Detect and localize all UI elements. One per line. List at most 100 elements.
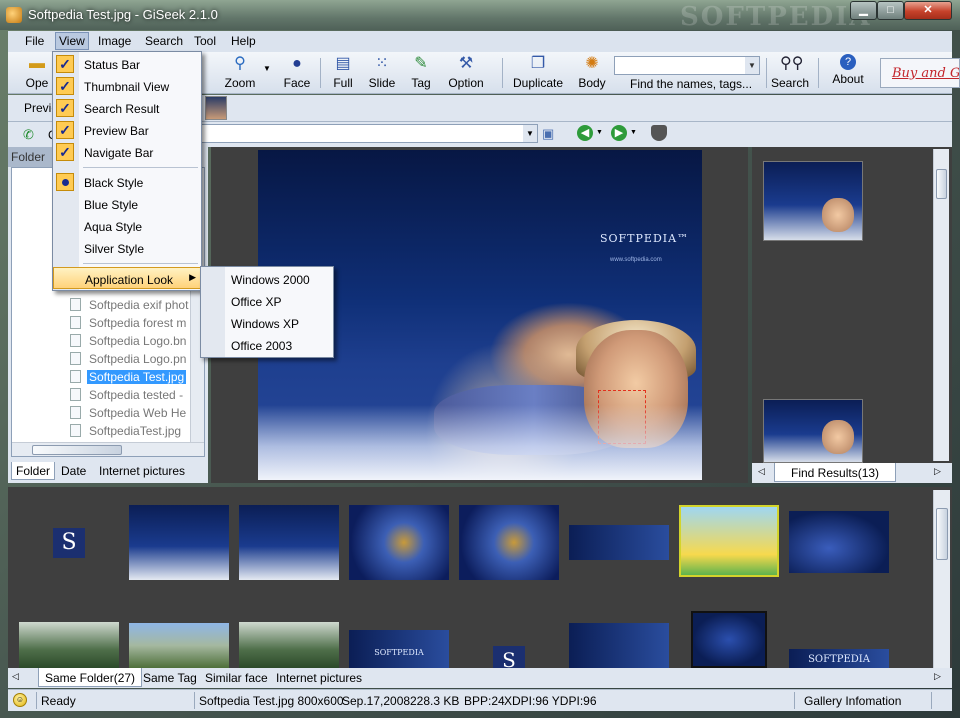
forward-icon[interactable]: ▶ (611, 125, 627, 141)
list-item[interactable]: SoftpediaTest.jpg (70, 424, 183, 441)
gallery-thumbnail[interactable]: SOFTPEDIA (789, 649, 889, 668)
tab-scroll-right[interactable]: ▷ (934, 466, 941, 477)
result-thumbnail[interactable] (763, 399, 863, 463)
menu-item-application-look[interactable]: Application Look ▶ (53, 267, 201, 289)
menu-item-office-2003[interactable]: Office 2003 (231, 339, 292, 361)
chevron-down-icon[interactable]: ▼ (523, 125, 537, 142)
option-button[interactable]: ⚒ Option (444, 54, 488, 90)
menu-item-office-xp[interactable]: Office XP (231, 295, 281, 317)
zoom-dropdown[interactable]: ▼ (262, 64, 272, 73)
tab-scroll-left[interactable]: ◁ (12, 671, 19, 682)
menu-item-windows-2000[interactable]: Windows 2000 (231, 273, 310, 295)
gallery-thumbnail-selected[interactable] (691, 611, 767, 668)
maximize-button[interactable]: □ (877, 1, 904, 20)
about-button[interactable]: ? About (830, 54, 866, 86)
shield-icon[interactable] (651, 125, 667, 141)
back-icon[interactable]: ◀ (577, 125, 593, 141)
menu-file[interactable]: File (25, 34, 44, 48)
tab-folder[interactable]: Folder (11, 462, 56, 480)
tab-date[interactable]: Date (57, 462, 90, 480)
menu-item-aqua-style[interactable]: Aqua Style (53, 215, 201, 237)
vertical-scrollbar[interactable] (933, 149, 949, 461)
menu-item-blue-style[interactable]: Blue Style (53, 193, 201, 215)
list-item[interactable]: Softpedia tested - (70, 388, 185, 405)
menu-tool[interactable]: Tool (194, 34, 216, 48)
menu-item-silver-style[interactable]: Silver Style (53, 237, 201, 259)
menu-item-preview-bar[interactable]: ✓ Preview Bar (53, 119, 201, 141)
preview-thumbnail[interactable] (205, 96, 227, 120)
list-item[interactable]: Softpedia Web He (70, 406, 188, 423)
file-icon (70, 298, 81, 311)
radio-dot-icon (56, 173, 74, 191)
buy-link[interactable]: Buy and G (880, 58, 960, 88)
tab-similar-face[interactable]: Similar face (199, 668, 274, 687)
gallery-thumbnail[interactable] (239, 622, 339, 668)
body-button[interactable]: ✺ Body (576, 54, 608, 90)
minimize-button[interactable]: ▁ (850, 1, 877, 20)
menu-item-navigate-bar[interactable]: ✓ Navigate Bar (53, 141, 201, 163)
menu-image[interactable]: Image (98, 34, 131, 48)
menu-item-windows-xp[interactable]: Windows XP (231, 317, 299, 339)
app-icon[interactable] (6, 7, 22, 23)
list-item-selected[interactable]: Softpedia Test.jpg (70, 370, 187, 387)
menu-search[interactable]: Search (145, 34, 183, 48)
duplicate-button[interactable]: ❐ Duplicate (510, 54, 566, 90)
tab-internet-pictures[interactable]: Internet pictures (270, 668, 368, 687)
full-button[interactable]: ▤ Full (328, 54, 358, 90)
slide-button[interactable]: ⁙ Slide (366, 54, 398, 90)
menu-item-status-bar[interactable]: ✓ Status Bar (53, 53, 201, 75)
address-input[interactable]: ▼ (198, 124, 538, 143)
full-icon: ▤ (335, 55, 351, 72)
menu-help[interactable]: Help (231, 34, 256, 48)
back-dropdown[interactable]: ▼ (596, 129, 603, 136)
image-url: www.softpedia.com (610, 257, 662, 263)
gallery-thumbnail[interactable] (569, 623, 669, 668)
open-icon: ▬ (29, 55, 45, 72)
tag-button[interactable]: ✎ Tag (408, 54, 434, 90)
gallery-thumbnail[interactable] (129, 623, 229, 668)
chevron-down-icon[interactable]: ▼ (745, 57, 759, 74)
scrollbar-thumb[interactable] (936, 508, 948, 560)
phone-icon[interactable]: ✆ (23, 127, 34, 143)
tab-same-tag[interactable]: Same Tag (137, 668, 203, 687)
gallery-thumbnail[interactable]: S (493, 646, 525, 668)
result-thumbnail[interactable] (763, 161, 863, 241)
gallery-thumbnail[interactable] (459, 505, 559, 580)
menu-item-thumbnail-view[interactable]: ✓ Thumbnail View (53, 75, 201, 97)
scrollbar-thumb[interactable] (32, 445, 122, 455)
tab-scroll-right[interactable]: ▷ (934, 671, 941, 682)
gallery-thumbnail[interactable]: SOFTPEDIA (349, 630, 449, 668)
scrollbar-thumb[interactable] (936, 169, 947, 199)
menu-item-black-style[interactable]: Black Style (53, 171, 201, 193)
open-button[interactable]: ▬ Ope (22, 54, 52, 90)
list-item[interactable]: Softpedia exif phot (70, 298, 190, 315)
gallery-thumbnail[interactable]: S (53, 528, 85, 558)
thumbnail-gallery: S SOFTPEDIA S SOFTPEDIA (8, 487, 952, 668)
tab-internet-pictures[interactable]: Internet pictures (95, 462, 189, 480)
close-button[interactable]: ✕ (904, 1, 952, 20)
forward-dropdown[interactable]: ▼ (630, 129, 637, 136)
gallery-thumbnail[interactable] (349, 505, 449, 580)
tab-scroll-left[interactable]: ◁ (758, 466, 765, 477)
gallery-thumbnail[interactable] (239, 505, 339, 580)
check-icon: ✓ (56, 121, 74, 139)
gallery-thumbnail[interactable] (19, 622, 119, 668)
list-item[interactable]: Softpedia Logo.pn (70, 352, 188, 369)
menu-view[interactable]: View (55, 32, 89, 50)
search-input[interactable]: ▼ (614, 56, 760, 75)
list-item[interactable]: Softpedia forest m (70, 316, 188, 333)
search-button[interactable]: ⚲⚲ Search (770, 54, 810, 90)
menu-item-search-result[interactable]: ✓ Search Result (53, 97, 201, 119)
gallery-thumbnail[interactable] (679, 505, 779, 577)
face-button[interactable]: ● Face (280, 54, 314, 90)
tab-find-results[interactable]: Find Results(13) (774, 463, 897, 482)
tab-same-folder[interactable]: Same Folder(27) (38, 668, 143, 687)
save-icon[interactable]: ▣ (542, 126, 554, 142)
list-item[interactable]: Softpedia Logo.bn (70, 334, 188, 351)
vertical-scrollbar[interactable] (933, 490, 950, 668)
horizontal-scrollbar[interactable] (12, 442, 204, 456)
zoom-button[interactable]: ⚲ Zoom (222, 54, 258, 90)
gallery-thumbnail[interactable] (569, 525, 669, 560)
gallery-thumbnail[interactable] (129, 505, 229, 580)
gallery-thumbnail[interactable] (789, 511, 889, 573)
